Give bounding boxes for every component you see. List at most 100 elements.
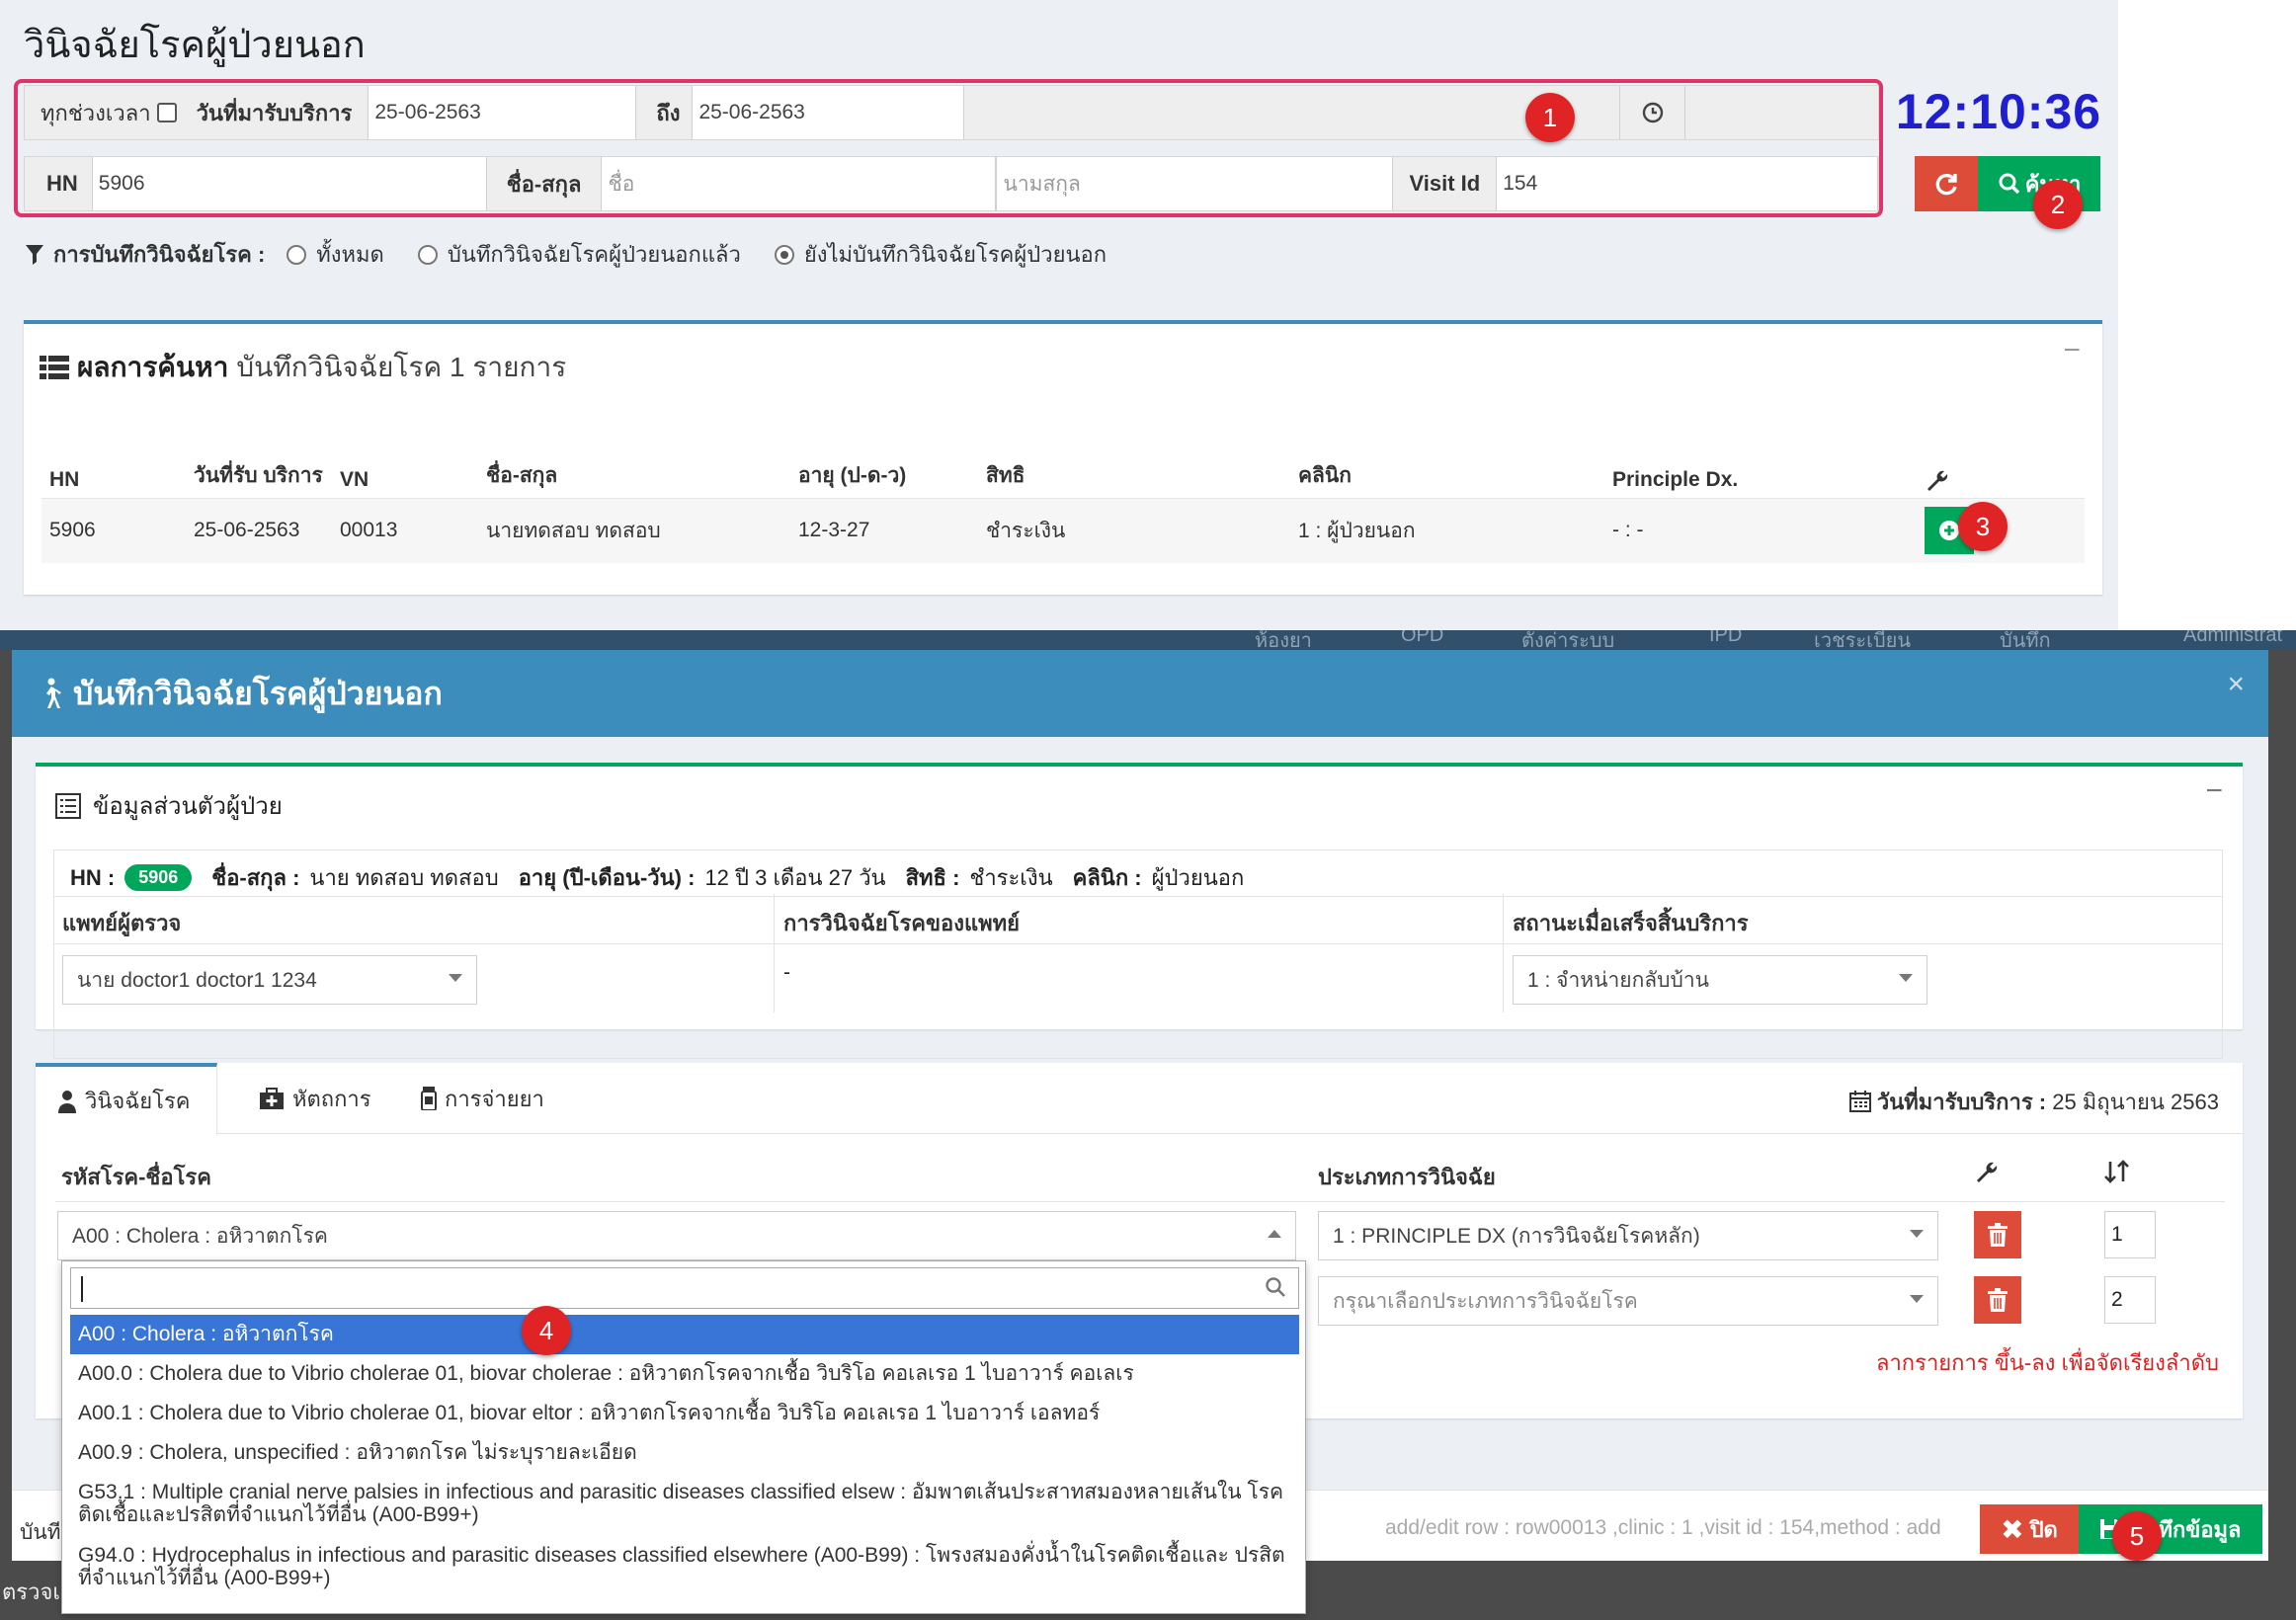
trash-icon bbox=[1988, 1223, 2008, 1247]
calendar-icon bbox=[1848, 1091, 1871, 1112]
dropdown-option[interactable]: A00.9 : Cholera, unspecified : อหิวาตกโร… bbox=[70, 1437, 1299, 1469]
modal-title: บันทึกวินิจฉัยโรคผู้ป่วยนอก bbox=[73, 675, 443, 711]
filter-radio-all[interactable] bbox=[287, 244, 307, 265]
dropdown-option[interactable]: G94.0 : Hydrocephalus in infectious and … bbox=[70, 1540, 1299, 1593]
cell-clinic: 1 : ผู้ป่วยนอก bbox=[1290, 498, 1604, 563]
results-header-row: HN วันที่รับ บริการ VN ชื่อ-สกุล อายุ (ป… bbox=[41, 419, 2085, 499]
dropdown-option[interactable]: A00.1 : Cholera due to Vibrio cholerae 0… bbox=[70, 1398, 1299, 1429]
order-input[interactable]: 1 bbox=[2104, 1211, 2156, 1258]
tab-diagnosis[interactable]: วินิจฉัยโรค bbox=[36, 1063, 217, 1135]
step-badge-1: 1 bbox=[1525, 93, 1575, 142]
list-icon bbox=[40, 356, 69, 379]
dx-type-select[interactable]: 1 : PRINCIPLE DX (การวินิจฉัยโรคหลัก) bbox=[1318, 1211, 1938, 1260]
cell-hn: 5906 bbox=[41, 498, 186, 563]
results-panel: ผลการค้นหา บันทึกวินิจฉัยโรค 1 รายการ − … bbox=[24, 320, 2102, 595]
collapse-icon[interactable]: − bbox=[2063, 334, 2081, 367]
dx-type-select[interactable]: กรุณาเลือกประเภทการวินิจฉัยโรค bbox=[1318, 1276, 1938, 1326]
wrench-icon bbox=[1927, 470, 1948, 491]
col-age: อายุ (ป-ด-ว) bbox=[790, 419, 978, 499]
dx-code-select[interactable]: A00 : Cholera : อหิวาตกโรค bbox=[57, 1211, 1296, 1260]
chevron-down-icon bbox=[1910, 1230, 1924, 1238]
all-time-label: ทุกช่วงเวลา bbox=[25, 86, 181, 139]
nav-item-ipd: IPD bbox=[1709, 630, 1743, 646]
visit-date: วันที่มารับบริการ : 25 มิถุนายน 2563 bbox=[1848, 1085, 2219, 1119]
cell-right: ชำระเงิน bbox=[978, 498, 1290, 563]
discharge-select[interactable]: 1 : จำหน่ายกลับบ้าน bbox=[1513, 955, 1927, 1005]
tab-medication[interactable]: การจ่ายยา bbox=[399, 1063, 566, 1134]
sort-icon bbox=[2104, 1160, 2129, 1183]
diagnosis-filter: การบันทึกวินิจฉัยโรค : ทั้งหมด บันทึกวิน… bbox=[26, 237, 1107, 272]
text-cursor bbox=[81, 1276, 83, 1302]
refresh-button[interactable] bbox=[1915, 156, 1978, 211]
page-title: วินิจฉัยโรคผู้ป่วยนอก bbox=[24, 25, 366, 66]
table-row[interactable]: 5906 25-06-2563 00013 นายทดสอบ ทดสอบ 12-… bbox=[41, 498, 2085, 563]
tab-procedure[interactable]: หัตถการ bbox=[237, 1063, 393, 1134]
hn-input[interactable]: 5906 bbox=[91, 157, 487, 210]
last-name-input[interactable]: นามสกุล bbox=[996, 157, 1394, 210]
step-badge-5: 5 bbox=[2112, 1511, 2162, 1561]
dropdown-option[interactable]: A00.0 : Cholera due to Vibrio cholerae 0… bbox=[70, 1358, 1299, 1390]
doctor-select[interactable]: นาย doctor1 doctor1 1234 bbox=[62, 955, 477, 1005]
time-field[interactable] bbox=[1684, 86, 1878, 139]
discharge-label: สถานะเมื่อเสร็จสิ้นบริการ bbox=[1513, 911, 1749, 935]
collapse-icon[interactable]: − bbox=[2205, 774, 2223, 808]
trash-icon bbox=[1988, 1288, 2008, 1312]
patient-info-table: HN : 5906 ชื่อ-สกุล : นาย ทดสอบ ทดสอบ อา… bbox=[53, 850, 2223, 1059]
order-column-header bbox=[2104, 1160, 2130, 1183]
order-input[interactable]: 2 bbox=[2104, 1276, 2156, 1324]
date-to-label: ถึง bbox=[636, 86, 693, 139]
filter-radio-not-recorded[interactable] bbox=[774, 244, 794, 265]
nav-item-log: บันทึก bbox=[2000, 630, 2051, 650]
dropdown-option[interactable]: A00 : Cholera : อหิวาตกโรค bbox=[70, 1315, 1299, 1354]
chevron-down-icon bbox=[1910, 1295, 1924, 1303]
filter-radio-recorded[interactable] bbox=[417, 244, 438, 265]
save-button[interactable]: บันทึกข้อมูล bbox=[2079, 1504, 2262, 1554]
footer-debug-info: add/edit row : row00013 ,clinic : 1 ,vis… bbox=[1385, 1516, 1941, 1539]
close-icon[interactable]: × bbox=[2227, 668, 2245, 701]
patient-info-panel: ข้อมูลส่วนตัวผู้ป่วย − HN : 5906 ชื่อ-สก… bbox=[36, 763, 2243, 1059]
search-icon bbox=[1265, 1276, 1286, 1298]
pill-bottle-icon bbox=[421, 1087, 437, 1110]
visit-id-input[interactable]: 154 bbox=[1496, 157, 1878, 210]
modal-header: บันทึกวินิจฉัยโรคผู้ป่วยนอก bbox=[12, 650, 2268, 737]
patient-summary: HN : 5906 ชื่อ-สกุล : นาย ทดสอบ ทดสอบ อา… bbox=[70, 860, 1244, 895]
col-right: สิทธิ bbox=[978, 419, 1290, 499]
results-table: HN วันที่รับ บริการ VN ชื่อ-สกุล อายุ (ป… bbox=[41, 419, 2085, 563]
delete-row-button[interactable] bbox=[1974, 1211, 2021, 1258]
dropdown-search-input[interactable] bbox=[70, 1267, 1299, 1309]
close-button[interactable]: ✖ ปิด bbox=[1980, 1504, 2079, 1554]
cell-age: 12-3-27 bbox=[790, 498, 978, 563]
cell-name: นายทดสอบ ทดสอบ bbox=[478, 498, 790, 563]
date-from-input[interactable]: 25-06-2563 bbox=[368, 86, 637, 139]
medkit-icon bbox=[260, 1088, 284, 1109]
doctor-icon bbox=[58, 1090, 76, 1113]
filter-option-recorded: บันทึกวินิจฉัยโรคผู้ป่วยนอกแล้ว bbox=[447, 242, 741, 267]
search-page: วินิจฉัยโรคผู้ป่วยนอก ทุกช่วงเวลา วันที่… bbox=[0, 0, 2118, 630]
nav-item-records: เวชระเบียน bbox=[1814, 630, 1912, 650]
plus-circle-icon bbox=[1939, 521, 1959, 541]
col-actions bbox=[1917, 419, 2085, 499]
doctor-dx-value: - bbox=[783, 961, 790, 984]
col-hn: HN bbox=[41, 419, 186, 499]
patient-right: ชำระเงิน bbox=[969, 865, 1053, 890]
hn-label: HN bbox=[25, 157, 92, 210]
chevron-down-icon bbox=[449, 974, 462, 982]
time-button[interactable] bbox=[1619, 86, 1684, 139]
date-filter-row: ทุกช่วงเวลา วันที่มารับบริการ 25-06-2563… bbox=[24, 85, 1879, 140]
dropdown-option[interactable]: G53.1 : Multiple cranial nerve palsies i… bbox=[70, 1477, 1299, 1530]
nav-item-settings: ตั้งค่าระบบ bbox=[1521, 630, 1615, 650]
all-time-checkbox[interactable] bbox=[156, 103, 177, 122]
service-date-label: วันที่มารับบริการ bbox=[180, 86, 369, 139]
patient-clinic: ผู้ป่วยนอก bbox=[1151, 865, 1245, 890]
column-divider bbox=[1503, 894, 1504, 1012]
close-icon: ✖ bbox=[2001, 1513, 2024, 1545]
date-to-input[interactable]: 25-06-2563 bbox=[692, 86, 965, 139]
patient-filter-row: HN 5906 ชื่อ-สกุล ชื่อ นามสกุล Visit Id … bbox=[24, 156, 1879, 211]
nav-item-pharmacy: ห้องยา bbox=[1255, 630, 1312, 650]
clinic-label: คลินิก : bbox=[1072, 865, 1142, 890]
cell-dx: - : - bbox=[1604, 498, 1917, 563]
first-name-input[interactable]: ชื่อ bbox=[601, 157, 997, 210]
delete-row-button[interactable] bbox=[1974, 1276, 2021, 1324]
cell-date: 25-06-2563 bbox=[186, 498, 332, 563]
search-icon bbox=[1999, 173, 2019, 195]
